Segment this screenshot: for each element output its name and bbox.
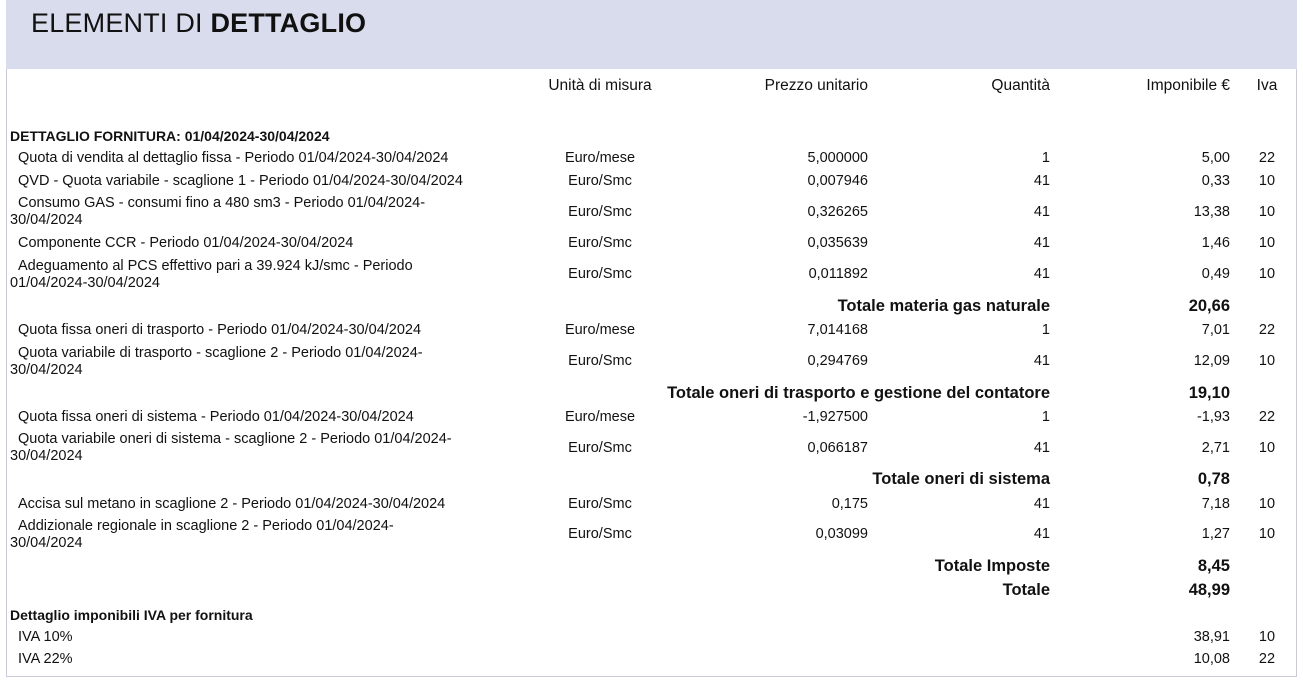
row-unit: Euro/Smc — [568, 496, 632, 512]
row-vat: 10 — [1258, 204, 1276, 220]
row-taxable: 2,71 — [1201, 440, 1230, 456]
subtotal-value: 0,78 — [1197, 470, 1230, 488]
row-price: 5,000000 — [807, 150, 868, 166]
row-unit: Euro/mese — [564, 322, 636, 338]
row-description-line2: 30/04/2024 — [10, 535, 83, 551]
row-description-line1: Quota variabile di trasporto - scaglione… — [18, 345, 423, 361]
subtotal-label: Totale oneri di trasporto e gestione del… — [667, 384, 1050, 402]
section-title-vat: Dettaglio imponibili IVA per fornitura — [10, 607, 253, 623]
vat-row-label: IVA 10% — [18, 629, 73, 645]
vat-row-rate: 22 — [1258, 651, 1276, 667]
row-vat: 22 — [1258, 322, 1276, 338]
row-description-line2: 30/04/2024 — [10, 212, 83, 228]
col-header-vat: Iva — [1256, 77, 1278, 94]
row-taxable: 0,33 — [1201, 173, 1230, 189]
row-unit: Euro/mese — [564, 409, 636, 425]
row-taxable: 1,46 — [1201, 235, 1230, 251]
row-price: 0,007946 — [807, 173, 868, 189]
subtotal-value: 8,45 — [1197, 557, 1230, 575]
row-taxable: -1,93 — [1196, 409, 1230, 425]
row-qty: 41 — [1033, 353, 1050, 369]
vat-row-label: IVA 22% — [18, 651, 73, 667]
row-price: 0,326265 — [807, 204, 868, 220]
row-description-line1: Quota variabile oneri di sistema - scagl… — [18, 431, 452, 447]
row-taxable: 5,00 — [1201, 150, 1230, 166]
grand-total-value: 48,99 — [1188, 581, 1230, 599]
row-taxable: 13,38 — [1193, 204, 1230, 220]
row-taxable: 7,01 — [1201, 322, 1230, 338]
row-unit: Euro/mese — [564, 150, 636, 166]
row-description: Quota fissa oneri di sistema - Periodo 0… — [18, 409, 414, 425]
row-qty: 41 — [1033, 440, 1050, 456]
row-price: 0,175 — [831, 496, 868, 512]
row-unit: Euro/Smc — [568, 526, 632, 542]
row-qty: 41 — [1033, 266, 1050, 282]
row-price: 0,035639 — [807, 235, 868, 251]
row-qty: 41 — [1033, 173, 1050, 189]
row-taxable: 7,18 — [1201, 496, 1230, 512]
subtotal-value: 20,66 — [1188, 297, 1230, 315]
row-description-line1: Consumo GAS - consumi fino a 480 sm3 - P… — [18, 195, 426, 211]
row-vat: 10 — [1258, 235, 1276, 251]
row-vat: 22 — [1258, 150, 1276, 166]
row-qty: 1 — [1041, 409, 1050, 425]
row-qty: 1 — [1041, 150, 1050, 166]
row-vat: 10 — [1258, 266, 1276, 282]
row-vat: 22 — [1258, 409, 1276, 425]
row-description: QVD - Quota variabile - scaglione 1 - Pe… — [18, 173, 463, 189]
row-description-line1: Addizionale regionale in scaglione 2 - P… — [18, 518, 394, 534]
row-price: 7,014168 — [807, 322, 868, 338]
col-header-taxable: Imponibile € — [1146, 77, 1230, 94]
row-price: 0,294769 — [807, 353, 868, 369]
row-taxable: 1,27 — [1201, 526, 1230, 542]
row-description-line1: Adeguamento al PCS effettivo pari a 39.9… — [18, 258, 413, 274]
row-vat: 10 — [1258, 173, 1276, 189]
header-band: ELEMENTI DI DETTAGLIO — [6, 0, 1297, 69]
vat-row-rate: 10 — [1258, 629, 1276, 645]
row-vat: 10 — [1258, 440, 1276, 456]
col-header-price: Prezzo unitario — [764, 77, 868, 94]
row-unit: Euro/Smc — [568, 173, 632, 189]
row-description: Quota fissa oneri di trasporto - Periodo… — [18, 322, 422, 338]
row-unit: Euro/Smc — [568, 440, 632, 456]
col-header-unit: Unità di misura — [548, 77, 652, 94]
row-qty: 41 — [1033, 235, 1050, 251]
subtotal-value: 19,10 — [1188, 384, 1230, 402]
row-description-line2: 30/04/2024 — [10, 362, 83, 378]
page-title: ELEMENTI DI DETTAGLIO — [31, 8, 366, 39]
col-header-qty: Quantità — [991, 77, 1050, 94]
row-unit: Euro/Smc — [568, 266, 632, 282]
row-vat: 10 — [1258, 353, 1276, 369]
row-description: Componente CCR - Periodo 01/04/2024-30/0… — [18, 235, 354, 251]
subtotal-label: Totale Imposte — [934, 557, 1050, 575]
row-unit: Euro/Smc — [568, 353, 632, 369]
row-vat: 10 — [1258, 496, 1276, 512]
row-qty: 41 — [1033, 204, 1050, 220]
page-title-light: ELEMENTI DI — [31, 8, 211, 38]
row-qty: 41 — [1033, 496, 1050, 512]
page-title-bold: DETTAGLIO — [210, 8, 367, 38]
row-taxable: 12,09 — [1193, 353, 1230, 369]
row-taxable: 0,49 — [1201, 266, 1230, 282]
subtotal-label: Totale oneri di sistema — [872, 470, 1050, 488]
vat-row-taxable: 10,08 — [1193, 651, 1230, 667]
row-unit: Euro/Smc — [568, 204, 632, 220]
row-price: 0,03099 — [815, 526, 868, 542]
section-title-supply: DETTAGLIO FORNITURA: 01/04/2024-30/04/20… — [10, 128, 330, 144]
row-description-line2: 01/04/2024-30/04/2024 — [10, 275, 160, 291]
row-unit: Euro/Smc — [568, 235, 632, 251]
row-vat: 10 — [1258, 526, 1276, 542]
vat-row-taxable: 38,91 — [1193, 629, 1230, 645]
row-description-line2: 30/04/2024 — [10, 448, 83, 464]
row-price: 0,066187 — [807, 440, 868, 456]
grand-total-label: Totale — [1002, 581, 1050, 599]
row-qty: 1 — [1041, 322, 1050, 338]
row-price: 0,011892 — [808, 266, 868, 282]
row-qty: 41 — [1033, 526, 1050, 542]
row-description: Accisa sul metano in scaglione 2 - Perio… — [18, 496, 446, 512]
subtotal-label: Totale materia gas naturale — [837, 297, 1050, 315]
row-price: -1,927500 — [802, 409, 868, 425]
row-description: Quota di vendita al dettaglio fissa - Pe… — [18, 150, 449, 166]
